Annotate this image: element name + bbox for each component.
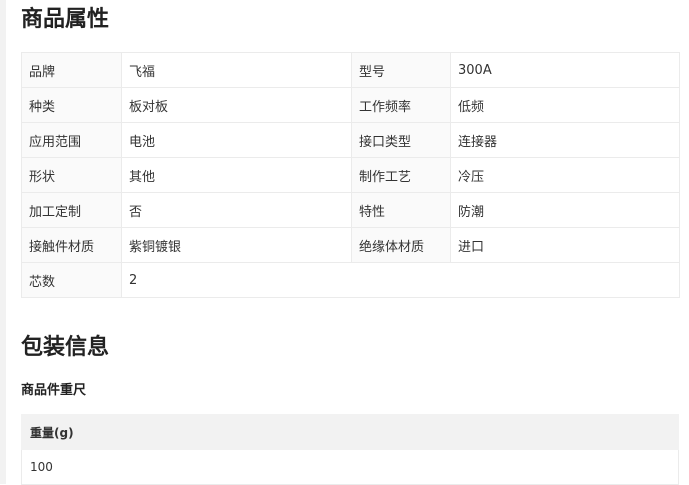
- table-row: 应用范围 电池 接口类型 连接器: [21, 122, 680, 158]
- packaging-title: 包装信息: [21, 335, 110, 360]
- table-row: 品牌 飞福 型号 300A: [21, 52, 680, 88]
- attr-key: 应用范围: [21, 122, 122, 158]
- attr-key: 型号: [351, 52, 451, 88]
- attr-value: 紫铜镀银: [121, 227, 352, 263]
- table-row: 形状 其他 制作工艺 冷压: [21, 157, 680, 193]
- attr-key: 加工定制: [21, 192, 122, 228]
- attr-value: 低频: [450, 87, 680, 123]
- weight-size-subtitle: 商品件重尺: [21, 383, 87, 398]
- attr-key: 芯数: [21, 262, 122, 298]
- table-row: 芯数 2: [21, 262, 680, 298]
- table-header-row: 重量(g): [21, 414, 679, 450]
- weight-header: 重量(g): [21, 414, 679, 450]
- attr-value: 进口: [450, 227, 680, 263]
- attr-value: 300A: [450, 52, 680, 88]
- attr-value: 电池: [121, 122, 352, 158]
- attr-value: 其他: [121, 157, 352, 193]
- left-edge-strip: [0, 0, 6, 484]
- attr-value: 否: [121, 192, 352, 228]
- attr-key: 绝缘体材质: [351, 227, 451, 263]
- table-row: 加工定制 否 特性 防潮: [21, 192, 680, 228]
- attr-key: 接触件材质: [21, 227, 122, 263]
- attr-value: 飞福: [121, 52, 352, 88]
- weight-table: 重量(g) 100: [21, 414, 679, 485]
- attr-key: 制作工艺: [351, 157, 451, 193]
- attr-key: 品牌: [21, 52, 122, 88]
- attr-value: 板对板: [121, 87, 352, 123]
- attr-value: 连接器: [450, 122, 680, 158]
- attr-value: 防潮: [450, 192, 680, 228]
- table-row: 接触件材质 紫铜镀银 绝缘体材质 进口: [21, 227, 680, 263]
- attr-key: 种类: [21, 87, 122, 123]
- attributes-table: 品牌 飞福 型号 300A 种类 板对板 工作频率 低频 应用范围 电池 接口类…: [21, 52, 680, 298]
- attr-value: 2: [121, 262, 680, 298]
- table-row: 100: [21, 449, 679, 485]
- attr-key: 接口类型: [351, 122, 451, 158]
- weight-value: 100: [21, 449, 679, 485]
- attr-key: 形状: [21, 157, 122, 193]
- attributes-title: 商品属性: [21, 7, 110, 32]
- attr-key: 特性: [351, 192, 451, 228]
- attr-value: 冷压: [450, 157, 680, 193]
- attr-key: 工作频率: [351, 87, 451, 123]
- table-row: 种类 板对板 工作频率 低频: [21, 87, 680, 123]
